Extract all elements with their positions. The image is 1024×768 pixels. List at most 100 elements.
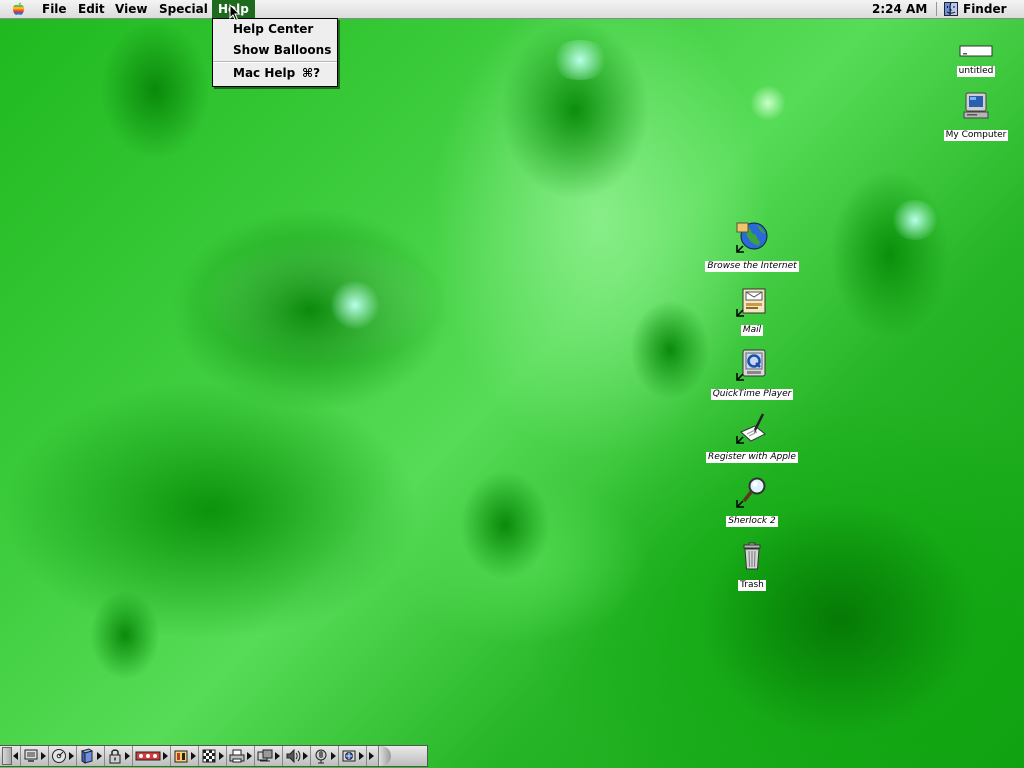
desktop-icon-label: Browse the Internet	[705, 261, 799, 272]
apple-menu[interactable]	[10, 0, 26, 18]
quicktime-icon	[736, 349, 766, 381]
popup-arrow-icon	[331, 752, 336, 760]
monitor-icon	[24, 749, 38, 762]
control-strip-speech[interactable]	[310, 746, 336, 766]
wallpaper-glow	[890, 200, 940, 240]
application-menu-label: Finder	[963, 2, 1007, 16]
file-sharing-icon	[80, 748, 94, 764]
control-strip-battery[interactable]	[170, 746, 196, 766]
control-strip-monitor[interactable]	[20, 746, 46, 766]
control-strip-appletalk[interactable]	[132, 746, 168, 766]
wallpaper-glow	[750, 85, 786, 121]
desktop-icon-register-with-apple[interactable]: Register with Apple	[698, 412, 806, 463]
popup-arrow-icon	[41, 752, 46, 760]
mac-help-label: Mac Help	[233, 66, 296, 80]
sound-volume-icon	[286, 748, 301, 764]
desktop-pattern-icon	[202, 749, 216, 763]
help-center-label: Help Center	[233, 22, 314, 36]
web-sharing-icon	[342, 750, 356, 762]
wallpaper-swirl	[630, 300, 710, 400]
cd-icon	[52, 749, 66, 763]
application-menu[interactable]: Finder	[944, 0, 1007, 18]
wallpaper-swirl	[700, 500, 980, 740]
remote-access-icon	[257, 749, 273, 762]
register-icon	[736, 413, 766, 444]
desktop-icon-quicktime-player[interactable]: QuickTime Player	[704, 349, 800, 400]
control-strip-scroll[interactable]	[13, 746, 18, 766]
menu-separator	[936, 2, 937, 16]
trash-icon	[743, 542, 761, 570]
apple-logo-icon	[12, 2, 25, 15]
wallpaper-swirl	[100, 20, 210, 160]
wallpaper-glow	[550, 40, 610, 80]
mac-help-item[interactable]: Mac Help ⌘?	[213, 63, 337, 84]
desktop-icon-my-computer[interactable]: My Computer	[938, 90, 1014, 141]
control-strip-desktop-pattern[interactable]	[198, 746, 224, 766]
popup-arrow-icon	[97, 752, 102, 760]
keychain-icon	[109, 749, 121, 764]
control-strip-printer[interactable]	[226, 746, 252, 766]
desktop-icon-sherlock-2[interactable]: Sherlock 2	[716, 476, 788, 527]
popup-arrow-icon	[191, 752, 196, 760]
control-strip-tab[interactable]	[2, 747, 12, 765]
disk-icon	[959, 45, 993, 57]
help-center-item[interactable]: Help Center	[213, 19, 337, 40]
control-strip-cd[interactable]	[48, 746, 74, 766]
globe-icon	[736, 222, 768, 253]
popup-arrow-icon	[219, 752, 224, 760]
scroll-right-arrow-icon	[369, 752, 374, 760]
appletalk-icon	[135, 751, 161, 761]
wallpaper-swirl	[0, 380, 420, 640]
wallpaper-swirl	[460, 470, 550, 580]
desktop-icon-label: untitled	[956, 66, 996, 77]
sherlock-icon	[736, 477, 766, 508]
desktop-icon-label: My Computer	[943, 130, 1009, 141]
view-menu[interactable]: View	[109, 0, 153, 18]
wallpaper-swirl	[160, 200, 460, 420]
control-strip	[0, 745, 428, 767]
desktop-icon-untitled[interactable]: untitled	[944, 44, 1008, 77]
desktop-icon-label: Trash	[738, 580, 766, 591]
popup-arrow-icon	[275, 752, 280, 760]
desktop-icon-trash[interactable]: Trash	[726, 540, 778, 591]
control-strip-file-sharing[interactable]	[76, 746, 102, 766]
popup-arrow-icon	[247, 752, 252, 760]
control-strip-sound-volume[interactable]	[282, 746, 308, 766]
wallpaper-swirl	[90, 590, 160, 680]
mouse-cursor-icon	[229, 4, 241, 22]
desktop-icon-browse-the-internet[interactable]: Browse the Internet	[698, 221, 806, 272]
control-strip-web-sharing[interactable]	[338, 746, 364, 766]
control-strip-scroll-right[interactable]	[366, 746, 374, 766]
edit-menu[interactable]: Edit	[72, 0, 111, 18]
desktop: File Edit View Special Help 2:24 AM Find…	[0, 0, 1024, 768]
control-strip-keychain[interactable]	[104, 746, 130, 766]
scroll-left-arrow-icon	[13, 752, 18, 760]
mail-icon	[736, 288, 766, 317]
computer-icon	[963, 92, 989, 119]
mac-help-shortcut: ⌘?	[302, 66, 321, 80]
finder-icon	[944, 2, 958, 16]
help-dropdown-menu: Help Center Show Balloons Mac Help ⌘?	[212, 18, 338, 87]
popup-arrow-icon	[163, 752, 168, 760]
menu-clock[interactable]: 2:24 AM	[872, 0, 927, 18]
file-menu[interactable]: File	[36, 0, 73, 18]
desktop-icon-label: Mail	[740, 325, 764, 336]
desktop-icon-label: Register with Apple	[706, 452, 798, 463]
printer-icon	[229, 749, 245, 763]
popup-arrow-icon	[359, 752, 364, 760]
desktop-icon-label: Sherlock 2	[726, 516, 778, 527]
popup-arrow-icon	[69, 752, 74, 760]
desktop-icon-mail[interactable]: Mail	[722, 285, 782, 336]
control-strip-remote-access[interactable]	[254, 746, 280, 766]
popup-arrow-icon	[125, 752, 130, 760]
menu-bar: File Edit View Special Help 2:24 AM Find…	[0, 0, 1024, 19]
show-balloons-item[interactable]: Show Balloons	[213, 40, 337, 61]
battery-icon	[174, 750, 188, 763]
special-menu[interactable]: Special	[153, 0, 214, 18]
wallpaper-swirl	[830, 170, 950, 340]
control-strip-end-tab[interactable]	[378, 746, 391, 766]
show-balloons-label: Show Balloons	[233, 43, 332, 57]
popup-arrow-icon	[303, 752, 308, 760]
speech-icon	[315, 749, 327, 764]
wallpaper-glow	[330, 280, 380, 330]
